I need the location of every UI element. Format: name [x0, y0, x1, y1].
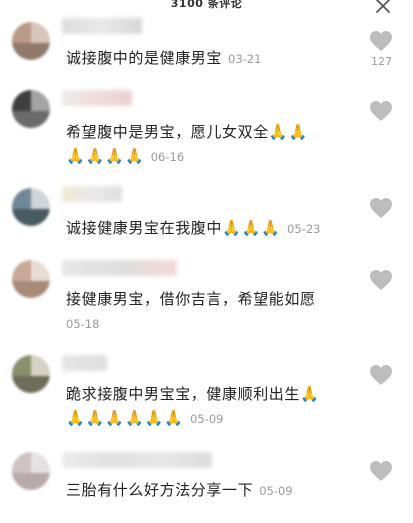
comment-date: 05-09 — [259, 484, 293, 498]
avatar[interactable] — [12, 355, 50, 393]
praying-hands-emoji: 🙏🙏🙏 — [222, 219, 282, 237]
avatar[interactable] — [12, 452, 50, 490]
comment-text: 诚接腹中的是健康男宝 03-21 — [66, 48, 261, 69]
praying-hands-emoji: 🙏🙏🙏🙏 — [66, 147, 145, 165]
comment-date: 06-16 — [150, 150, 185, 164]
comment-body: 诚接健康男宝在我腹中 — [66, 219, 223, 237]
comment-body: 三胎有什么好方法分享一下 — [66, 481, 254, 499]
heart-icon — [370, 31, 392, 51]
heart-icon — [370, 461, 392, 481]
like-button[interactable] — [369, 100, 393, 122]
like-button[interactable] — [369, 364, 393, 386]
username-blurred[interactable] — [62, 18, 142, 34]
avatar[interactable] — [12, 260, 50, 298]
like-count: 127 — [371, 55, 392, 68]
comment-date-line: 05-18 — [60, 313, 99, 334]
praying-hands-emoji: 🙏🙏 — [268, 123, 309, 141]
comment-text-line1: 跪求接腹中男宝宝，健康顺利出生🙏 — [66, 384, 320, 404]
comment-date: 05-23 — [287, 222, 321, 236]
comment-text: 诚接健康男宝在我腹中🙏🙏🙏 05-23 — [66, 218, 320, 239]
heart-icon — [370, 365, 392, 385]
comments-header: 3100 条评论 — [0, 0, 413, 16]
comment-date: 05-18 — [66, 317, 100, 331]
comment-text-line2: 🙏🙏🙏🙏 06-16 — [66, 146, 184, 167]
username-blurred[interactable] — [62, 90, 132, 106]
heart-icon — [370, 270, 392, 290]
comment-date: 03-21 — [228, 52, 262, 66]
avatar[interactable] — [12, 188, 50, 226]
avatar[interactable] — [12, 22, 50, 60]
comment-body: 跪求接腹中男宝宝，健康顺利出生 — [66, 385, 301, 403]
like-button[interactable] — [369, 197, 393, 219]
praying-hands-emoji: 🙏🙏🙏🙏🙏🙏 — [66, 409, 185, 427]
comment-body: 希望腹中是男宝，愿儿女双全 — [66, 123, 269, 141]
close-icon — [376, 0, 390, 13]
like-button[interactable] — [369, 269, 393, 291]
comment-text: 接健康男宝，借你吉言，希望能如愿 — [66, 289, 316, 309]
comment-count-title: 3100 条评论 — [170, 0, 243, 10]
praying-hands-emoji: 🙏 — [300, 385, 320, 403]
username-blurred[interactable] — [62, 260, 177, 276]
username-blurred[interactable] — [62, 452, 212, 468]
like-button[interactable] — [369, 460, 393, 482]
avatar[interactable] — [12, 90, 50, 128]
like-button[interactable] — [369, 30, 393, 52]
heart-icon — [370, 101, 392, 121]
comment-text-line2: 🙏🙏🙏🙏🙏🙏 05-09 — [66, 408, 223, 429]
heart-icon — [370, 198, 392, 218]
comment-date: 05-09 — [190, 412, 224, 426]
comment-body: 接健康男宝，借你吉言，希望能如愿 — [66, 290, 316, 308]
username-blurred[interactable] — [62, 355, 107, 371]
username-blurred[interactable] — [62, 186, 122, 202]
comment-text: 三胎有什么好方法分享一下 05-09 — [66, 480, 293, 501]
close-button[interactable] — [375, 0, 391, 14]
comment-body: 诚接腹中的是健康男宝 — [66, 49, 223, 67]
comment-text-line1: 希望腹中是男宝，愿儿女双全🙏🙏 — [66, 122, 308, 142]
